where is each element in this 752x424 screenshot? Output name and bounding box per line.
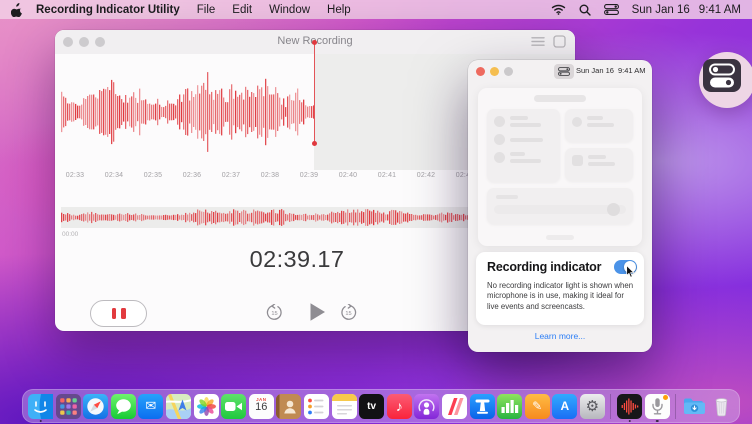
dock-item-photos[interactable] — [194, 394, 219, 419]
skeleton-pill — [534, 95, 586, 102]
dock-item-maps[interactable] — [166, 394, 191, 419]
dock-item-facetime[interactable] — [221, 394, 246, 419]
utility-window: Sun Jan 16 9:41 AM Recor — [468, 60, 652, 352]
zoom-button[interactable] — [504, 67, 513, 76]
skeleton-card — [487, 109, 560, 182]
timeline-label: 02:37 — [222, 172, 241, 179]
overview-start-label: 00:00 — [62, 231, 78, 238]
setting-title: Recording indicator — [487, 260, 601, 274]
timeline-label: 02:36 — [183, 172, 202, 179]
timeline-label: 02:38 — [261, 172, 280, 179]
search-icon[interactable] — [579, 4, 591, 16]
timeline-label: 02:39 — [300, 172, 319, 179]
skip-back-15-button[interactable]: 15 — [266, 304, 283, 321]
skeleton-slider-card — [487, 188, 633, 224]
close-button[interactable] — [476, 67, 485, 76]
menu-window[interactable]: Window — [269, 4, 310, 16]
control-center-preview — [478, 88, 642, 246]
timeline-label: 02:41 — [378, 172, 397, 179]
dock-item-notes[interactable] — [332, 394, 357, 419]
dock-item-calendar[interactable]: JAN16 — [249, 394, 274, 419]
dock-item-music[interactable]: ♪ — [387, 394, 412, 419]
playhead[interactable] — [313, 40, 316, 146]
menu-edit[interactable]: Edit — [232, 4, 252, 16]
learn-more-link[interactable]: Learn more... — [468, 331, 652, 341]
menu-bar: Recording Indicator Utility File Edit Wind… — [0, 0, 752, 19]
dock-item-contacts[interactable] — [276, 394, 301, 419]
dock-item-safari[interactable] — [83, 394, 108, 419]
skeleton-card — [565, 109, 633, 142]
mini-menu-date: Sun Jan 16 — [576, 66, 614, 75]
dock-item-reminders[interactable] — [304, 394, 329, 419]
timeline-label: 02:35 — [144, 172, 163, 179]
dock-item-numbers[interactable] — [497, 394, 522, 419]
dock-item-recording-indicator-utility[interactable] — [645, 394, 670, 419]
menu-app-name[interactable]: Recording Indicator Utility — [36, 4, 180, 16]
playhead-bottom-dot — [312, 141, 317, 146]
skeleton-footer-bar — [546, 235, 574, 240]
setting-description: No recording indicator light is shown wh… — [487, 281, 634, 312]
dock-item-appstore[interactable]: A — [552, 394, 577, 419]
dock: ✉ JAN16 tv♪ ✎A⚙ — [22, 389, 740, 423]
dock-item-messages[interactable] — [111, 394, 136, 419]
timeline-label: 02:33 — [66, 172, 85, 179]
menu-date: Sun Jan 16 — [632, 4, 690, 16]
dock-item-trash[interactable] — [709, 394, 734, 419]
mouse-cursor — [626, 265, 635, 283]
overlay-panel-icon[interactable] — [553, 35, 566, 48]
dock-item-mail[interactable]: ✉ — [138, 394, 163, 419]
control-center-icon[interactable] — [604, 4, 619, 15]
running-indicator — [628, 420, 631, 423]
utility-window-controls[interactable] — [476, 67, 513, 76]
svg-text:15: 15 — [271, 311, 277, 317]
pause-icon — [121, 308, 126, 319]
pause-icon — [112, 308, 117, 319]
dock-divider — [675, 394, 676, 419]
dock-item-downloads[interactable] — [682, 394, 707, 419]
dock-item-voicememos[interactable] — [617, 394, 642, 419]
toggles-icon — [703, 59, 741, 92]
mini-menu-clock: Sun Jan 16 9:41 AM — [576, 66, 646, 75]
dock-item-podcasts[interactable] — [414, 394, 439, 419]
recording-indicator-setting: Recording indicator No recording indicat… — [476, 252, 644, 325]
menu-help[interactable]: Help — [327, 4, 351, 16]
menu-clock[interactable]: Sun Jan 16 9:41 AM — [632, 4, 741, 16]
dock-item-appletv[interactable]: tv — [359, 394, 384, 419]
recording-waveform — [61, 62, 314, 162]
dock-item-keynote[interactable] — [470, 394, 495, 419]
timeline-label: 02:42 — [417, 172, 436, 179]
apple-menu-icon[interactable] — [11, 3, 23, 17]
dock-item-finder[interactable] — [28, 394, 53, 419]
skeleton-card — [565, 148, 633, 181]
play-button[interactable] — [308, 302, 327, 322]
menu-time: 9:41 AM — [699, 4, 741, 16]
dock-item-settings[interactable]: ⚙ — [580, 394, 605, 419]
menu-file[interactable]: File — [197, 4, 216, 16]
desktop: Recording Indicator Utility File Edit Wind… — [0, 0, 752, 424]
mini-control-center-icon — [554, 64, 574, 79]
skip-forward-15-button[interactable]: 15 — [340, 304, 357, 321]
timeline-label: 02:40 — [339, 172, 358, 179]
dock-item-launchpad[interactable] — [56, 394, 81, 419]
elapsed-time: 02:39.17 — [55, 246, 539, 273]
dock-item-news[interactable] — [442, 394, 467, 419]
running-indicator — [656, 420, 659, 423]
mini-menu-time: 9:41 AM — [618, 66, 646, 75]
control-center-bubble[interactable] — [699, 52, 752, 108]
minimize-button[interactable] — [490, 67, 499, 76]
recordings-list-icon[interactable] — [531, 36, 545, 47]
running-indicator — [39, 420, 42, 423]
dock-divider — [610, 394, 611, 419]
menu-items: File Edit Window Help — [197, 4, 351, 16]
timeline-label: 02:34 — [105, 172, 124, 179]
svg-text:15: 15 — [345, 311, 351, 317]
dock-item-pages[interactable]: ✎ — [525, 394, 550, 419]
pause-button[interactable] — [90, 300, 147, 327]
wifi-icon[interactable] — [551, 4, 566, 15]
